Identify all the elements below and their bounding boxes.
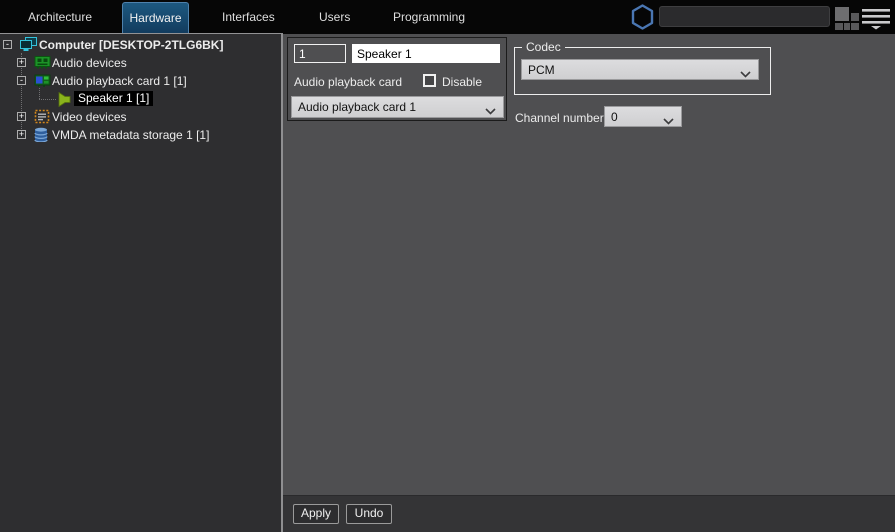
tree-label: Computer [DESKTOP-2TLG6BK]	[39, 38, 224, 52]
expander-minus[interactable]: -	[17, 76, 26, 85]
object-id-field[interactable]	[294, 44, 346, 63]
codec-groupbox: Codec PCM	[514, 40, 771, 95]
tree-row-audio-devices[interactable]: + Audio devices	[0, 54, 281, 72]
tree-row-speaker[interactable]: Speaker 1 [1]	[0, 90, 281, 108]
computer-icon	[20, 37, 37, 55]
codec-select-value: PCM	[528, 63, 555, 77]
chevron-down-icon	[485, 104, 496, 118]
tree-label: Audio devices	[52, 56, 127, 70]
codec-select[interactable]: PCM	[521, 59, 759, 80]
audio-card-icon	[34, 55, 51, 72]
undo-button[interactable]: Undo	[346, 504, 392, 524]
tree-row-audio-playback-card[interactable]: - Audio playback card 1 [1]	[0, 72, 281, 90]
channel-number-select[interactable]: 0	[604, 106, 682, 127]
expander-plus[interactable]: +	[17, 130, 26, 139]
action-bar: Apply Undo	[283, 495, 895, 532]
expander-plus[interactable]: +	[17, 112, 26, 121]
tree-row-computer[interactable]: - Computer [DESKTOP-2TLG6BK]	[0, 36, 281, 54]
top-tab-bar: Architecture Hardware Interfaces Users P…	[0, 0, 895, 34]
menu-icon[interactable]	[861, 8, 891, 33]
app-window: Architecture Hardware Interfaces Users P…	[0, 0, 895, 532]
disable-label: Disable	[442, 75, 483, 89]
search-input[interactable]	[659, 6, 830, 27]
codec-legend: Codec	[522, 40, 565, 54]
tab-hardware[interactable]: Hardware	[122, 2, 189, 33]
settings-panel: Audio playback card Disable Audio playba…	[283, 34, 895, 495]
channel-number-label: Channel number	[515, 111, 604, 125]
tab-architecture[interactable]: Architecture	[28, 0, 92, 34]
audio-playback-card-label: Audio playback card	[294, 75, 403, 89]
tree-label: VMDA metadata storage 1 [1]	[52, 128, 210, 142]
tree-label: Audio playback card 1 [1]	[52, 74, 187, 88]
tree-label-selected: Speaker 1 [1]	[74, 91, 154, 106]
layout-grid-icon[interactable]	[835, 7, 860, 34]
tab-users[interactable]: Users	[319, 0, 350, 34]
device-tree-panel: - Computer [DESKTOP-2TLG6BK] + Audio dev…	[0, 33, 281, 532]
apply-button[interactable]: Apply	[293, 504, 339, 524]
channel-number-select-value: 0	[611, 110, 618, 124]
audio-playback-card-select-value: Audio playback card 1	[298, 100, 417, 114]
disable-checkbox[interactable]	[423, 74, 436, 87]
tab-programming[interactable]: Programming	[393, 0, 465, 34]
chevron-down-icon	[663, 114, 674, 128]
tab-interfaces[interactable]: Interfaces	[222, 0, 275, 34]
audio-playback-card-select[interactable]: Audio playback card 1	[291, 96, 504, 118]
object-name-field[interactable]	[352, 44, 500, 63]
video-devices-icon	[34, 109, 50, 127]
database-icon	[34, 127, 48, 145]
hexagon-logo-icon	[631, 4, 654, 33]
tree-row-vmda-storage[interactable]: + VMDA metadata storage 1 [1]	[0, 126, 281, 144]
expander-minus[interactable]: -	[3, 40, 12, 49]
tree-label: Video devices	[52, 110, 127, 124]
object-identity-groupbox: Audio playback card Disable Audio playba…	[287, 37, 507, 121]
tree-row-video-devices[interactable]: + Video devices	[0, 108, 281, 126]
expander-plus[interactable]: +	[17, 58, 26, 67]
playback-card-icon	[34, 73, 51, 90]
chevron-down-icon	[740, 67, 751, 81]
